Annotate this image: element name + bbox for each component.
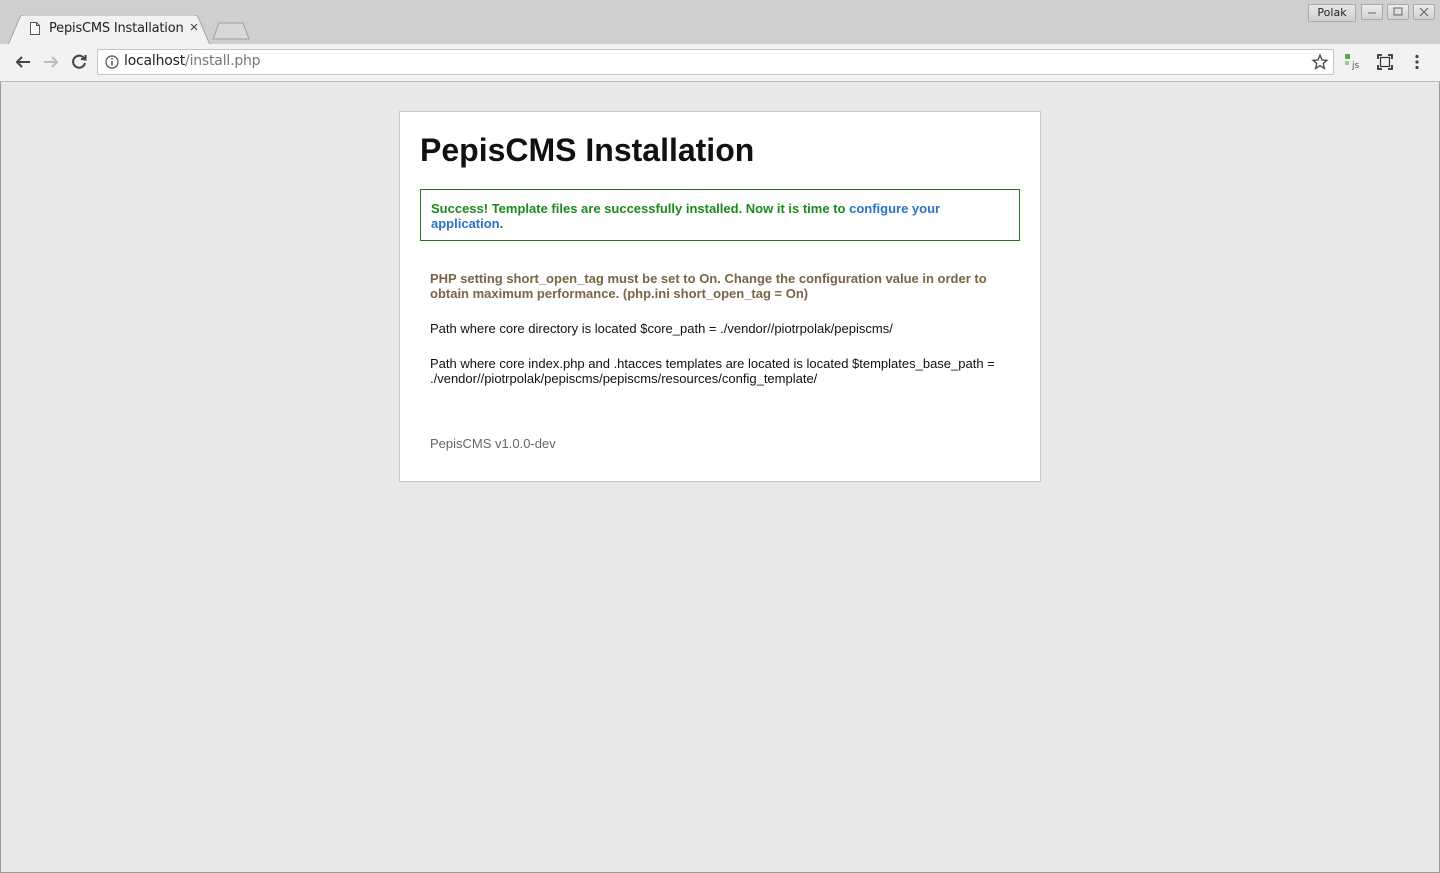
reload-icon[interactable] [67, 50, 91, 74]
success-message: Success! Template files are successfully… [420, 189, 1020, 241]
tab-close-icon[interactable]: × [186, 20, 202, 36]
js-extension-icon[interactable]: js [1342, 51, 1364, 73]
success-text: Success! Template files are successfully… [431, 201, 846, 216]
tab-title: PepisCMS Installation [49, 21, 184, 36]
profile-button[interactable]: Polak [1308, 4, 1356, 22]
info-icon[interactable] [104, 54, 120, 70]
templates-path-info: Path where core index.php and .htacces t… [430, 356, 995, 386]
svg-text:js: js [1351, 61, 1360, 71]
maximize-icon[interactable] [1387, 4, 1409, 20]
menu-kebab-icon[interactable] [1406, 51, 1428, 73]
url-text[interactable]: localhost/install.php [124, 53, 261, 69]
close-window-icon[interactable] [1413, 4, 1435, 20]
page-icon [30, 22, 40, 35]
forward-arrow-icon[interactable] [39, 50, 63, 74]
url-path: /install.php [185, 53, 261, 69]
page-title: PepisCMS Installation [420, 132, 755, 168]
back-arrow-icon[interactable] [11, 50, 35, 74]
fullscreen-extension-icon[interactable] [1374, 51, 1396, 73]
minimize-icon[interactable] [1361, 4, 1383, 20]
new-tab-button[interactable] [212, 22, 250, 40]
bookmark-star-icon[interactable] [1311, 53, 1329, 71]
version-footer: PepisCMS v1.0.0-dev [430, 436, 556, 451]
address-bar[interactable] [97, 49, 1334, 75]
core-path-info: Path where core directory is located $co… [430, 321, 893, 336]
install-card: PepisCMS Installation Success! Template … [399, 111, 1041, 482]
success-end: . [499, 216, 504, 231]
short-open-tag-warning: PHP setting short_open_tag must be set t… [430, 271, 987, 301]
url-host: localhost [124, 53, 186, 69]
